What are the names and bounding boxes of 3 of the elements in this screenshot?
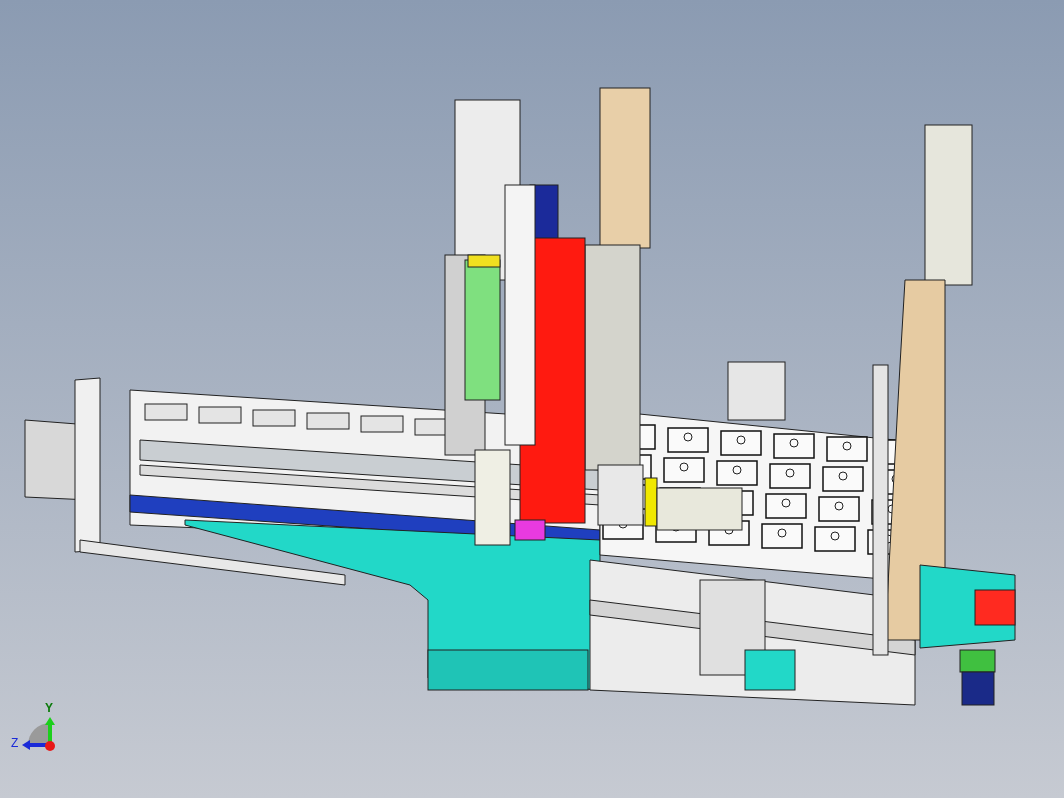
z-axis-label: Z <box>11 736 19 750</box>
y-axis-label: Y <box>45 701 53 715</box>
axis-triad-icon <box>22 717 55 751</box>
